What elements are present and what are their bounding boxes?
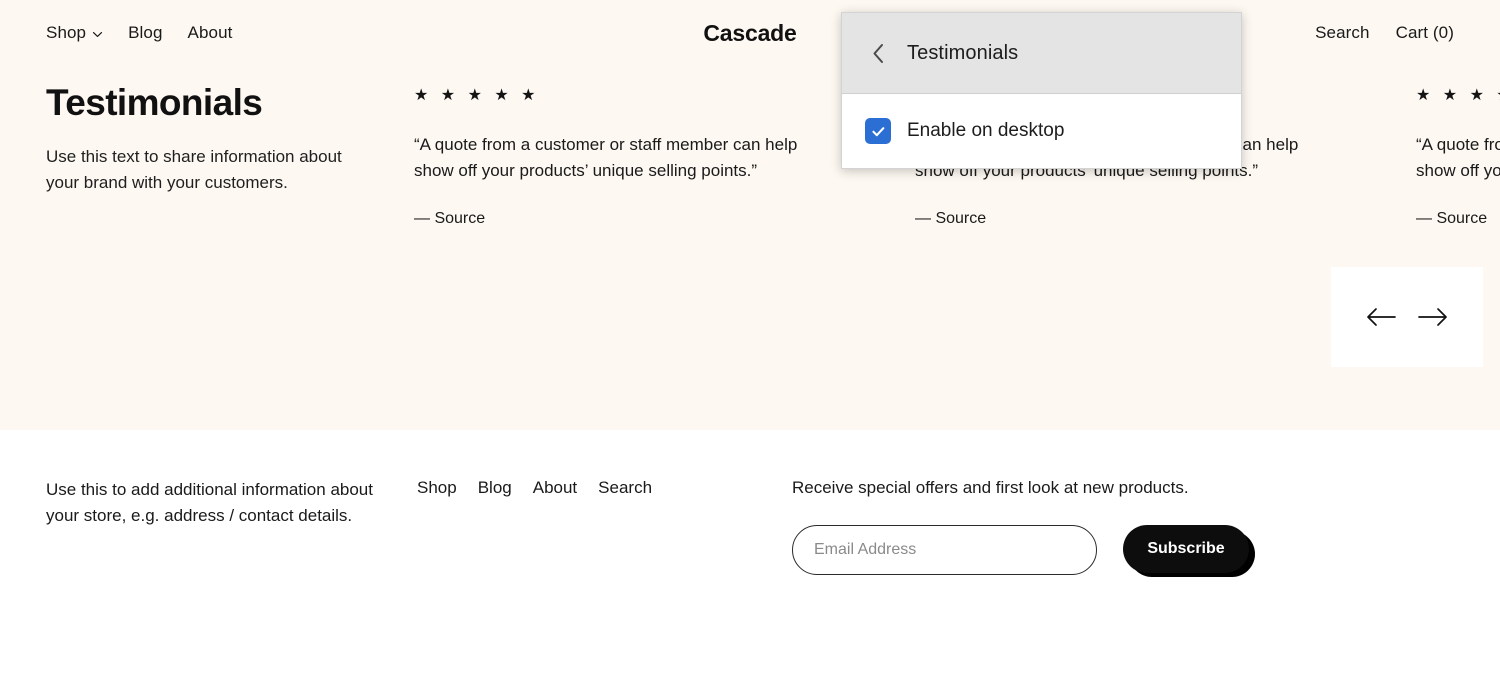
arrow-right-icon (1417, 306, 1449, 328)
popup-title: Testimonials (907, 42, 1019, 64)
hero-intro-column: Testimonials Use this text to share info… (46, 80, 376, 195)
newsletter-description: Receive special offers and first look at… (792, 478, 1189, 497)
arrow-left-icon (1365, 306, 1397, 328)
testimonial-source: — Source (414, 210, 486, 227)
testimonial-quote: “A quote from a customer or staff member… (1416, 135, 1500, 180)
nav-item-shop-label: Shop (46, 23, 87, 42)
popup-header: Testimonials (842, 13, 1241, 94)
newsletter-signup: Receive special offers and first look at… (792, 477, 1312, 577)
carousel-navigation (1331, 267, 1483, 367)
testimonial-card: ★ ★ ★ ★ ★ “A quote from a customer or st… (1416, 85, 1500, 230)
nav-item-shop[interactable]: Shop (46, 22, 103, 44)
email-input[interactable] (792, 525, 1097, 575)
nav-item-cart[interactable]: Cart (0) (1396, 22, 1454, 44)
testimonial-card: ★ ★ ★ ★ ★ “A quote from a customer or st… (414, 85, 826, 230)
star-rating-icon: ★ ★ ★ ★ ★ (414, 87, 540, 104)
nav-item-about[interactable]: About (188, 22, 233, 44)
chevron-left-icon[interactable] (868, 41, 888, 65)
footer-nav-links: Shop Blog About Search (417, 477, 652, 499)
chevron-down-icon (92, 29, 103, 40)
star-rating-icon: ★ ★ ★ ★ ★ (1416, 87, 1500, 104)
hero-section: Shop Blog About Cascade Search Cart (0) … (0, 0, 1500, 430)
footer-link-about[interactable]: About (533, 477, 577, 499)
checkmark-icon (870, 123, 887, 140)
enable-on-desktop-checkbox[interactable] (865, 118, 891, 144)
newsletter-form: Subscribe (792, 525, 1312, 577)
brand-logo[interactable]: Cascade (703, 20, 796, 47)
site-footer: Use this to add additional information a… (0, 430, 1500, 682)
subscribe-button[interactable]: Subscribe (1123, 525, 1249, 573)
carousel-prev-button[interactable] (1364, 300, 1398, 334)
footer-link-blog[interactable]: Blog (478, 477, 512, 499)
testimonials-settings-popup: Testimonials Enable on desktop (841, 12, 1242, 169)
footer-link-shop[interactable]: Shop (417, 477, 457, 499)
testimonial-quote: “A quote from a customer or staff member… (414, 135, 798, 180)
top-navigation-bar: Shop Blog About Cascade Search Cart (0) (0, 0, 1500, 66)
page-title: Testimonials (46, 82, 263, 123)
footer-link-search[interactable]: Search (598, 477, 652, 499)
popup-body: Enable on desktop (842, 94, 1241, 168)
testimonial-source: — Source (915, 210, 987, 227)
hero-description: Use this text to share information about… (46, 147, 342, 192)
carousel-next-button[interactable] (1416, 300, 1450, 334)
nav-item-search[interactable]: Search (1315, 22, 1369, 44)
subscribe-button-wrapper: Subscribe (1123, 525, 1255, 577)
nav-item-blog[interactable]: Blog (128, 22, 162, 44)
footer-about-text: Use this to add additional information a… (46, 480, 373, 525)
primary-nav-left: Shop Blog About (46, 22, 232, 44)
primary-nav-right: Search Cart (0) (1315, 22, 1454, 44)
enable-on-desktop-label[interactable]: Enable on desktop (907, 119, 1064, 143)
testimonial-source: — Source (1416, 210, 1488, 227)
